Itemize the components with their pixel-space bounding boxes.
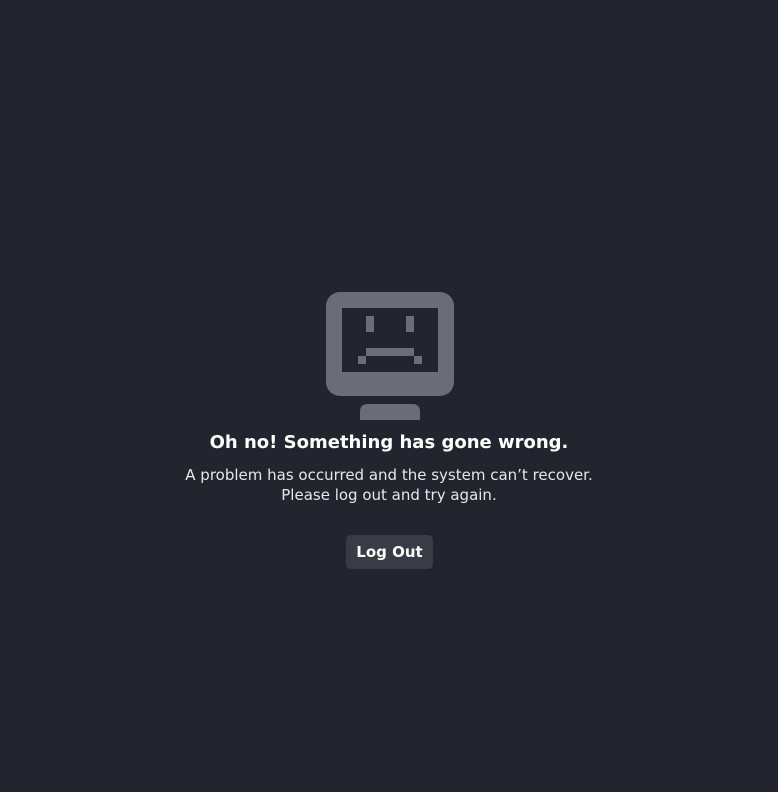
log-out-button[interactable]: Log Out [346,535,433,569]
error-message-line-2: Please log out and try again. [281,486,497,504]
error-message-line-1: A problem has occurred and the system ca… [185,466,593,484]
sad-computer-icon [326,292,454,420]
error-screen: Oh no! Something has gone wrong. A probl… [0,0,778,792]
error-message: A problem has occurred and the system ca… [0,465,778,505]
error-title: Oh no! Something has gone wrong. [209,432,569,453]
